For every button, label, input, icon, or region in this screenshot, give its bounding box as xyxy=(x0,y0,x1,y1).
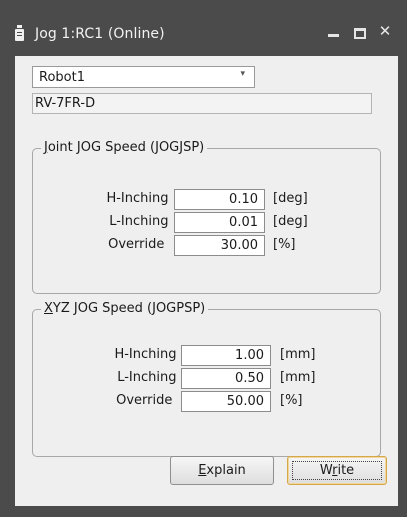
window-title: Jog 1:RC1 (Online) xyxy=(35,26,165,42)
legend-text: YZ JOG Speed (JOGPSP) xyxy=(52,301,206,316)
joint-l-inching-unit: [deg] xyxy=(273,214,308,229)
joint-override-input[interactable]: 30.00 xyxy=(174,235,265,256)
chevron-down-icon[interactable]: ▾ xyxy=(240,69,245,79)
joint-override-label: Override : xyxy=(108,237,177,252)
xyz-jog-speed-legend: XYZ JOG Speed (JOGPSP) xyxy=(41,300,209,318)
joint-h-inching-input[interactable]: 0.10 xyxy=(174,189,265,210)
minimize-icon[interactable] xyxy=(327,25,341,39)
xyz-override-input[interactable]: 50.00 xyxy=(181,391,271,412)
legend-mnemonic: X xyxy=(44,301,53,316)
joint-h-inching-unit: [deg] xyxy=(273,191,308,206)
joint-override-unit: [%] xyxy=(273,237,296,252)
joint-jog-speed-legend: Joint JOG Speed (JOGJSP) xyxy=(41,139,208,157)
explain-button[interactable]: Explain xyxy=(170,456,274,485)
robot-select[interactable]: Robot1 ▾ xyxy=(32,66,255,88)
xyz-l-inching-unit: [mm] xyxy=(280,370,316,385)
robot-select-value: Robot1 xyxy=(39,70,85,85)
legend-text: oint JOG Speed (JOGJSP) xyxy=(47,140,205,155)
explain-label: xplain xyxy=(206,463,246,478)
dialog-client-area: Robot1 ▾ RV-7FR-D Joint JOG Speed (JOGJS… xyxy=(15,56,398,506)
xyz-override-label: Override : xyxy=(116,393,185,408)
jog-window: Jog 1:RC1 (Online) ✕ Robot1 ▾ RV-7FR-D J… xyxy=(0,0,407,517)
xyz-jog-speed-group: XYZ JOG Speed (JOGPSP) H-Inching : 1.00 … xyxy=(32,300,381,457)
focus-rectangle xyxy=(292,461,382,480)
xyz-override-unit: [%] xyxy=(280,393,303,408)
xyz-l-inching-input[interactable]: 0.50 xyxy=(181,368,271,389)
maximize-icon[interactable] xyxy=(353,25,367,39)
close-icon[interactable]: ✕ xyxy=(378,24,392,39)
joint-l-inching-label: L-Inching : xyxy=(109,214,177,229)
joint-l-inching-input[interactable]: 0.01 xyxy=(174,212,265,233)
robot-model-field: RV-7FR-D xyxy=(32,93,372,114)
robot-model-value: RV-7FR-D xyxy=(35,96,96,111)
clipboard-icon xyxy=(15,25,24,41)
xyz-h-inching-label: H-Inching : xyxy=(114,347,185,362)
write-button[interactable]: Write xyxy=(287,456,387,485)
xyz-h-inching-unit: [mm] xyxy=(280,347,316,362)
title-bar[interactable]: Jog 1:RC1 (Online) ✕ xyxy=(0,0,407,55)
joint-jog-speed-group: Joint JOG Speed (JOGJSP) H-Inching : 0.1… xyxy=(32,139,381,294)
xyz-h-inching-input[interactable]: 1.00 xyxy=(181,345,271,366)
joint-h-inching-label: H-Inching : xyxy=(106,191,177,206)
xyz-l-inching-label: L-Inching : xyxy=(117,370,185,385)
